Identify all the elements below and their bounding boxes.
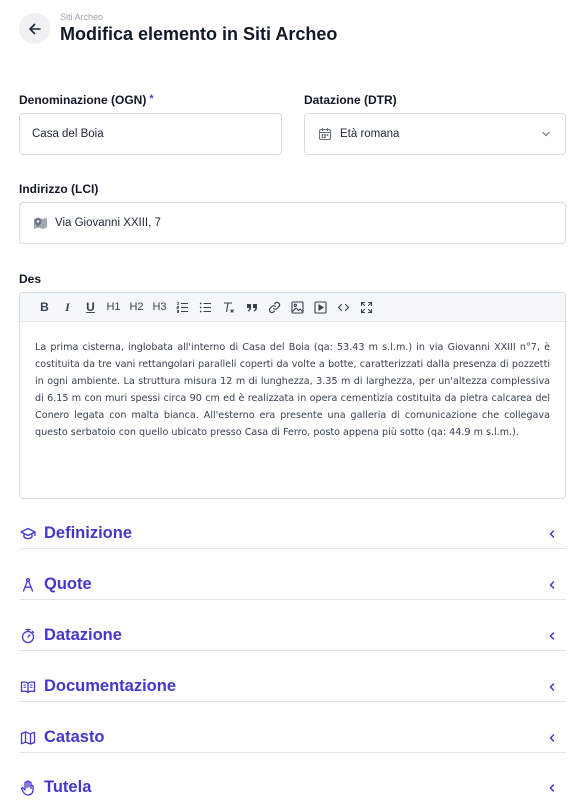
section-title: Tutela: [44, 778, 92, 796]
chevron-left-icon: [546, 578, 558, 596]
bold-button[interactable]: B: [33, 297, 56, 317]
chevron-left-icon: [546, 629, 558, 647]
editor-toolbar: B I U H1 H2 H3: [20, 293, 565, 322]
section-title: Quote: [44, 575, 92, 593]
image-button[interactable]: [286, 297, 309, 317]
denominazione-label: Denominazione (OGN) *: [19, 93, 154, 107]
section-datazione[interactable]: Datazione: [19, 621, 566, 651]
chevron-left-icon: [546, 680, 558, 698]
rich-text-editor: B I U H1 H2 H3 La prima cisterna, inglob…: [19, 292, 566, 499]
required-mark: *: [149, 93, 154, 105]
fullscreen-icon: [360, 301, 373, 313]
denominazione-input[interactable]: Casa del Boia: [19, 113, 282, 155]
page-header: Siti Archeo Modifica elemento in Siti Ar…: [19, 12, 337, 45]
open-book-icon: [20, 679, 36, 695]
breadcrumb[interactable]: Siti Archeo: [60, 12, 337, 22]
section-definizione[interactable]: Definizione: [19, 519, 566, 549]
descrizione-label: Des: [19, 272, 42, 286]
indirizzo-input[interactable]: Via Giovanni XXIII, 7: [19, 202, 566, 244]
chevron-left-icon: [546, 781, 558, 799]
stopwatch-icon: [20, 628, 36, 644]
section-quote[interactable]: Quote: [19, 570, 566, 600]
map-pin-icon: [33, 216, 48, 231]
arrow-left-icon: [28, 23, 41, 34]
datazione-label: Datazione (DTR): [304, 93, 397, 107]
quote-button[interactable]: [240, 297, 263, 317]
denominazione-label-text: Denominazione (OGN): [19, 93, 147, 107]
video-icon: [314, 300, 327, 314]
link-icon: [268, 301, 281, 313]
italic-button[interactable]: I: [56, 297, 79, 317]
section-documentazione[interactable]: Documentazione: [19, 672, 566, 702]
page-title: Modifica elemento in Siti Archeo: [60, 24, 338, 44]
heading1-button[interactable]: H1: [102, 297, 125, 317]
section-title: Definizione: [44, 524, 133, 542]
bullet-list-icon: [199, 302, 211, 312]
image-icon: [291, 300, 304, 314]
video-button[interactable]: [309, 297, 332, 317]
ordered-list-button[interactable]: [171, 297, 194, 317]
link-button[interactable]: [263, 297, 286, 317]
clear-format-button[interactable]: [217, 297, 240, 317]
ordered-list-icon: [176, 301, 188, 313]
underline-button[interactable]: U: [79, 297, 102, 317]
back-button[interactable]: [19, 13, 50, 44]
code-icon: [337, 303, 350, 311]
section-title: Datazione: [44, 626, 122, 644]
chevron-left-icon: [546, 527, 558, 545]
section-title: Documentazione: [44, 677, 177, 695]
datazione-select[interactable]: Età romana: [304, 113, 566, 155]
indirizzo-value: Via Giovanni XXIII, 7: [55, 217, 161, 229]
map-icon: [20, 730, 36, 746]
section-tutela[interactable]: Tutela: [19, 773, 566, 800]
bullet-list-button[interactable]: [194, 297, 217, 317]
section-title: Catasto: [44, 728, 105, 746]
hand-icon: [20, 779, 36, 796]
compass-icon: [20, 577, 36, 593]
graduation-cap-icon: [20, 526, 36, 542]
quote-icon: [246, 304, 257, 312]
calendar-icon: [318, 127, 332, 141]
heading3-button[interactable]: H3: [148, 297, 171, 317]
denominazione-value: Casa del Boia: [32, 128, 104, 140]
chevron-down-icon: [540, 128, 552, 143]
indirizzo-label: Indirizzo (LCI): [19, 182, 99, 196]
code-button[interactable]: [332, 297, 355, 317]
heading2-button[interactable]: H2: [125, 297, 148, 317]
fullscreen-button[interactable]: [355, 297, 378, 317]
editor-content[interactable]: La prima cisterna, inglobata all'interno…: [20, 322, 565, 442]
datazione-value: Età romana: [340, 128, 400, 140]
clear-format-icon: [224, 301, 234, 313]
chevron-left-icon: [546, 731, 558, 749]
section-catasto[interactable]: Catasto: [19, 723, 566, 753]
